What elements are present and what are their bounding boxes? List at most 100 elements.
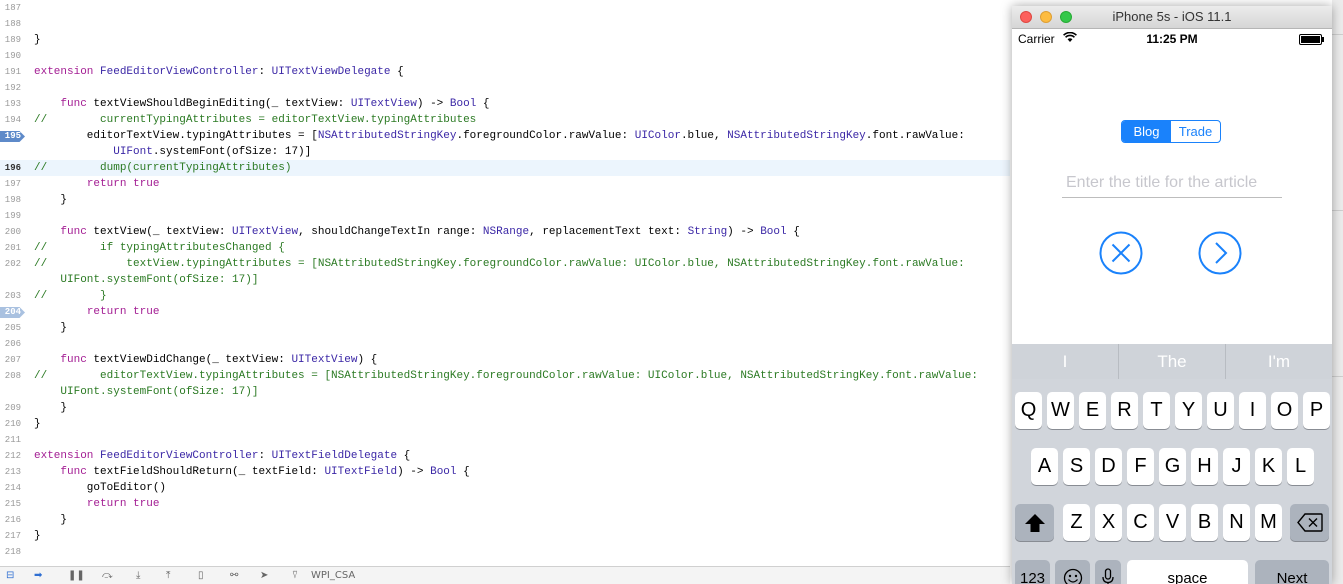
code-line[interactable]: 195 editorTextView.typingAttributes = [N… xyxy=(0,128,1010,144)
numbers-key[interactable]: 123 xyxy=(1015,560,1050,584)
emoji-icon xyxy=(1063,568,1082,584)
key-d[interactable]: D xyxy=(1095,448,1122,485)
step-out-icon[interactable]: ⤒ xyxy=(166,570,170,582)
key-w[interactable]: W xyxy=(1047,392,1074,429)
code-line[interactable]: 194 // currentTypingAttributes = editorTe… xyxy=(0,112,1010,128)
code-line[interactable]: 188 xyxy=(0,16,1010,32)
code-line[interactable]: 201 // if typingAttributesChanged { xyxy=(0,240,1010,256)
key-a[interactable]: A xyxy=(1031,448,1058,485)
code-editor[interactable]: 187 188 189} 190 191 extension FeedEditorView… xyxy=(0,0,1010,566)
key-l[interactable]: L xyxy=(1287,448,1314,485)
type-segmented-control[interactable]: Blog Trade xyxy=(1121,120,1221,143)
code-line[interactable]: 205 } xyxy=(0,320,1010,336)
code-line[interactable]: 200 func textView(_ textView: UITextView… xyxy=(0,224,1010,240)
simulator-titlebar[interactable]: iPhone 5s - iOS 11.1 xyxy=(1012,6,1332,29)
breakpoints-toggle-icon[interactable]: ➡ xyxy=(34,570,42,582)
code-line[interactable]: 206 xyxy=(0,336,1010,352)
code-line[interactable]: 196 // dump(currentTypingAttributes) xyxy=(0,160,1010,176)
key-y[interactable]: Y xyxy=(1175,392,1202,429)
key-c[interactable]: C xyxy=(1127,504,1154,541)
code-line[interactable]: 189} xyxy=(0,32,1010,48)
delete-key[interactable] xyxy=(1290,504,1329,541)
code-line[interactable]: 211 xyxy=(0,432,1010,448)
key-r[interactable]: R xyxy=(1111,392,1138,429)
next-circle-button[interactable] xyxy=(1198,231,1242,275)
suggestion-2[interactable]: The xyxy=(1118,344,1225,379)
key-j[interactable]: J xyxy=(1223,448,1250,485)
location-icon[interactable]: ➤ xyxy=(260,570,268,582)
key-i[interactable]: I xyxy=(1239,392,1266,429)
code-line[interactable]: 208 // editorTextView.typingAttributes = … xyxy=(0,368,1010,384)
code-text: func textFieldShouldReturn(_ textField: … xyxy=(34,464,469,480)
key-s[interactable]: S xyxy=(1063,448,1090,485)
suggestion-3[interactable]: I'm xyxy=(1225,344,1332,379)
code-line[interactable]: 193 func textViewShouldBeginEditing(_ te… xyxy=(0,96,1010,112)
pause-icon[interactable]: ❚❚ xyxy=(68,570,85,582)
suggestion-1[interactable]: I xyxy=(1012,344,1118,379)
view-hierarchy-icon[interactable]: ▯ xyxy=(198,570,204,582)
code-token: FeedEditorViewController xyxy=(100,450,259,462)
segment-trade[interactable]: Trade xyxy=(1171,121,1220,142)
emoji-key[interactable] xyxy=(1055,560,1090,584)
code-line[interactable]: 218 xyxy=(0,544,1010,560)
article-title-input[interactable] xyxy=(1062,168,1282,198)
code-line[interactable]: 203 // } xyxy=(0,288,1010,304)
code-text: return true xyxy=(34,304,160,320)
key-n[interactable]: N xyxy=(1223,504,1250,541)
code-line[interactable]: 216 } xyxy=(0,512,1010,528)
key-e[interactable]: E xyxy=(1079,392,1106,429)
code-line[interactable]: 190 xyxy=(0,48,1010,64)
key-z[interactable]: Z xyxy=(1063,504,1090,541)
key-h[interactable]: H xyxy=(1191,448,1218,485)
code-line[interactable]: 217} xyxy=(0,528,1010,544)
code-line[interactable]: 212 extension FeedEditorViewController: U… xyxy=(0,448,1010,464)
line-number: 214 xyxy=(4,483,21,493)
code-token: // editorTextView.typingAttributes = [NS… xyxy=(34,370,978,382)
code-line[interactable]: UIFont.systemFont(ofSize: 17)] xyxy=(0,384,1010,400)
code-line[interactable]: UIFont.systemFont(ofSize: 17)] xyxy=(0,144,1010,160)
key-u[interactable]: U xyxy=(1207,392,1234,429)
key-q[interactable]: Q xyxy=(1015,392,1042,429)
code-line[interactable]: 191 extension FeedEditorViewController: U… xyxy=(0,64,1010,80)
code-line[interactable]: 214 goToEditor() xyxy=(0,480,1010,496)
code-line[interactable]: 192 xyxy=(0,80,1010,96)
space-key[interactable]: space xyxy=(1127,560,1248,584)
key-p[interactable]: P xyxy=(1303,392,1330,429)
memory-graph-icon[interactable]: ⚯ xyxy=(230,570,238,582)
line-number: 201 xyxy=(4,243,21,253)
code-line[interactable]: 215 return true xyxy=(0,496,1010,512)
key-x[interactable]: X xyxy=(1095,504,1122,541)
code-line[interactable]: 209 } xyxy=(0,400,1010,416)
code-line[interactable]: 213 func textFieldShouldReturn(_ textFie… xyxy=(0,464,1010,480)
code-line[interactable]: 197 return true xyxy=(0,176,1010,192)
code-line[interactable]: 202 // textView.typingAttributes = [NSAtt… xyxy=(0,256,1010,272)
key-v[interactable]: V xyxy=(1159,504,1186,541)
key-b[interactable]: B xyxy=(1191,504,1218,541)
shift-key[interactable] xyxy=(1015,504,1054,541)
hide-debug-area-icon[interactable]: ⊟ xyxy=(6,570,14,582)
code-line[interactable]: 198 } xyxy=(0,192,1010,208)
key-k[interactable]: K xyxy=(1255,448,1282,485)
key-f[interactable]: F xyxy=(1127,448,1154,485)
code-line[interactable]: UIFont.systemFont(ofSize: 17)] xyxy=(0,272,1010,288)
key-o[interactable]: O xyxy=(1271,392,1298,429)
predictive-bar: I The I'm xyxy=(1012,344,1332,379)
code-line[interactable]: 207 func textViewDidChange(_ textView: U… xyxy=(0,352,1010,368)
code-line[interactable]: 210} xyxy=(0,416,1010,432)
code-line[interactable]: 204 return true xyxy=(0,304,1010,320)
cancel-circle-button[interactable] xyxy=(1099,231,1143,275)
line-number: 198 xyxy=(4,195,21,205)
code-line[interactable]: 199 xyxy=(0,208,1010,224)
dictation-key[interactable] xyxy=(1095,560,1121,584)
key-t[interactable]: T xyxy=(1143,392,1170,429)
segment-blog[interactable]: Blog xyxy=(1122,121,1171,142)
step-into-icon[interactable]: ⤓ xyxy=(136,570,140,582)
debug-target-label[interactable]: WPI_CSA xyxy=(311,570,355,582)
code-line[interactable]: 187 xyxy=(0,0,1010,16)
next-key[interactable]: Next xyxy=(1255,560,1329,584)
key-m[interactable]: M xyxy=(1255,504,1282,541)
step-over-icon[interactable]: ⤼ xyxy=(102,570,113,582)
code-token: UITextField xyxy=(324,466,398,478)
key-g[interactable]: G xyxy=(1159,448,1186,485)
